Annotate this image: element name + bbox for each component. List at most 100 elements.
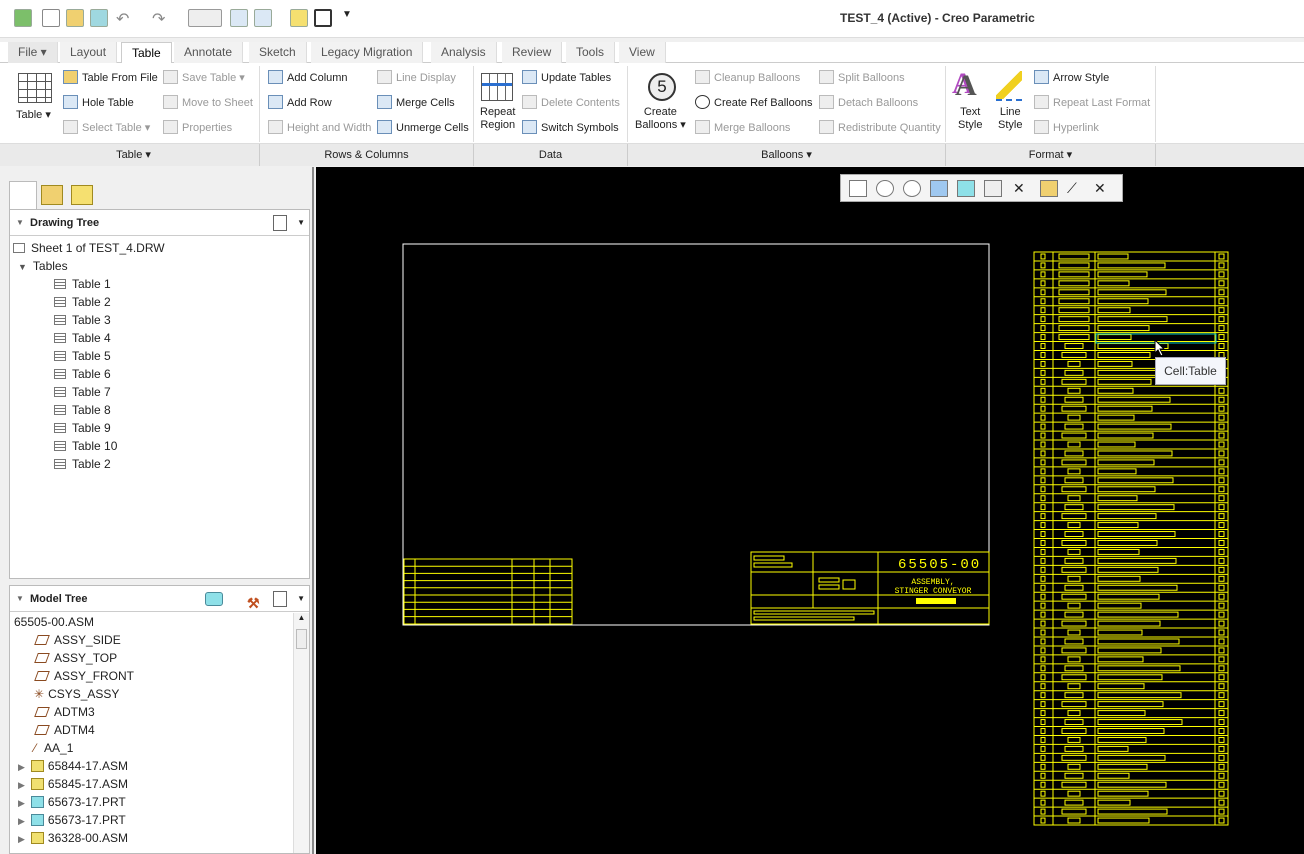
model-tree-item[interactable]: ASSY_TOP xyxy=(34,649,117,667)
tab-table[interactable]: Table xyxy=(121,42,172,64)
drawing-tree-header[interactable]: Drawing Tree ▼ xyxy=(10,210,309,236)
create-ref-balloons-button[interactable]: Create Ref Balloons xyxy=(695,94,812,112)
update-tables-button[interactable]: Update Tables xyxy=(522,69,611,87)
tree-table-item[interactable]: Table 8 xyxy=(54,401,111,419)
expand-icon[interactable]: ▶ xyxy=(18,834,25,844)
model-tree-item[interactable]: ▶ 36328-00.ASM xyxy=(18,829,128,847)
line-style-icon[interactable] xyxy=(996,71,1022,101)
tree-table-item[interactable]: Table 7 xyxy=(54,383,111,401)
zoom-in-icon[interactable] xyxy=(876,180,894,197)
tab-review[interactable]: Review xyxy=(502,42,563,63)
tree-table-item[interactable]: Table 9 xyxy=(54,419,111,437)
scrollbar-thumb[interactable] xyxy=(296,629,307,649)
app-icon[interactable] xyxy=(14,9,32,27)
expand-icon[interactable]: ▶ xyxy=(18,780,25,790)
model-tree-item[interactable]: ▶ 65845-17.ASM xyxy=(18,775,128,793)
model-tree-item[interactable]: ✳ CSYS_ASSY xyxy=(34,685,119,703)
model-tree-item[interactable]: ▶ 65673-17.PRT xyxy=(18,811,126,829)
model-tree-scrollbar[interactable]: ▲ xyxy=(293,613,309,853)
properties-button[interactable]: Properties xyxy=(163,119,232,137)
text-icon[interactable] xyxy=(314,9,332,27)
expand-icon[interactable]: ▶ xyxy=(18,798,25,808)
windows-icon[interactable] xyxy=(254,9,272,27)
drawing-canvas[interactable]: 65505-00 ASSEMBLY, STINGER CONVEYOR xyxy=(316,167,1304,854)
repaint-icon[interactable] xyxy=(930,180,948,197)
redistribute-quantity-button[interactable]: Redistribute Quantity xyxy=(819,119,941,137)
merge-cells-button[interactable]: Merge Cells xyxy=(377,94,455,112)
tab-view[interactable]: View xyxy=(619,42,666,63)
datum-point-display-icon[interactable]: ⟋ xyxy=(1067,180,1085,197)
repeat-region-button[interactable]: Repeat Region xyxy=(480,106,515,131)
tree-tables-folder[interactable]: ▼ Tables xyxy=(18,257,68,275)
model-tree-item[interactable]: ADTM4 xyxy=(34,721,95,739)
line-style-button[interactable]: Line Style xyxy=(998,106,1022,131)
tree-table-item[interactable]: Table 2 xyxy=(54,293,111,311)
move-to-sheet-button[interactable]: Move to Sheet xyxy=(163,94,253,112)
create-balloons-button[interactable]: Create Balloons ▾ xyxy=(635,106,686,131)
table-button[interactable]: Table ▾ xyxy=(16,106,51,124)
group-format[interactable]: Format ▾ xyxy=(946,144,1156,166)
group-table[interactable]: Table ▾ xyxy=(8,144,260,166)
tree-table-item[interactable]: Table 10 xyxy=(54,437,117,455)
tree-table-item[interactable]: Table 5 xyxy=(54,347,111,365)
height-and-width-button[interactable]: Height and Width xyxy=(268,119,371,137)
model-tree-item[interactable]: ASSY_FRONT xyxy=(34,667,134,685)
scroll-up-icon[interactable]: ▲ xyxy=(294,613,309,627)
open-icon[interactable] xyxy=(66,9,84,27)
add-row-button[interactable]: Add Row xyxy=(268,94,332,112)
datum-axis-display-icon[interactable]: ✕ xyxy=(1013,180,1031,197)
model-tree-item[interactable]: ADTM3 xyxy=(34,703,95,721)
unmerge-cells-button[interactable]: Unmerge Cells xyxy=(377,119,469,137)
csys-display-icon[interactable]: ✕ xyxy=(1094,180,1112,197)
select-table-button[interactable]: Select Table ▾ xyxy=(63,119,150,137)
detach-balloons-button[interactable]: Detach Balloons xyxy=(819,94,918,112)
tree-table-item[interactable]: Table 6 xyxy=(54,365,111,383)
tree-settings-icon[interactable] xyxy=(273,215,287,231)
tab-legacy-migration[interactable]: Legacy Migration xyxy=(311,42,424,63)
tree-root-assembly[interactable]: 65505-00.ASM xyxy=(14,613,94,631)
customize-icon[interactable]: ▼ xyxy=(342,9,360,27)
add-column-button[interactable]: Add Column xyxy=(268,69,348,87)
favorites-tab-icon[interactable] xyxy=(71,185,93,205)
group-balloons[interactable]: Balloons ▾ xyxy=(628,144,946,166)
model-tree-item[interactable]: ▶ 65673-17.PRT xyxy=(18,793,126,811)
drawing-tree-tab-icon[interactable] xyxy=(9,181,37,209)
text-style-button[interactable]: Text Style xyxy=(958,106,982,131)
chevron-down-icon[interactable]: ▼ xyxy=(297,586,305,612)
show-icon[interactable] xyxy=(205,592,223,606)
tree-table-item[interactable]: Table 2 xyxy=(54,455,111,473)
cleanup-balloons-button[interactable]: Cleanup Balloons xyxy=(695,69,800,87)
hyperlink-button[interactable]: Hyperlink xyxy=(1034,119,1099,137)
folder-icon[interactable] xyxy=(290,9,308,27)
select-box-icon[interactable] xyxy=(188,9,222,27)
refit-icon[interactable] xyxy=(849,180,867,197)
expand-icon[interactable]: ▶ xyxy=(18,816,25,826)
chevron-down-icon[interactable]: ▼ xyxy=(297,210,305,236)
hole-table-button[interactable]: Hole Table xyxy=(63,94,134,112)
arrow-style-button[interactable]: Arrow Style xyxy=(1034,69,1109,87)
table-from-file-button[interactable]: Table From File xyxy=(63,69,158,87)
tree-filters-icon[interactable] xyxy=(273,591,287,607)
tree-table-item[interactable]: Table 3 xyxy=(54,311,111,329)
datum-plane-display-icon[interactable] xyxy=(1040,180,1058,197)
new-icon[interactable] xyxy=(42,9,60,27)
folder-browser-tab-icon[interactable] xyxy=(41,185,63,205)
merge-balloons-button[interactable]: Merge Balloons xyxy=(695,119,790,137)
save-table-button[interactable]: Save Table ▾ xyxy=(163,69,245,87)
repeat-region-icon[interactable] xyxy=(481,73,513,101)
tab-analysis[interactable]: Analysis xyxy=(431,42,497,63)
switch-symbols-button[interactable]: Switch Symbols xyxy=(522,119,619,137)
redo-icon[interactable]: ↷ xyxy=(152,9,170,28)
undo-icon[interactable]: ↶ xyxy=(116,9,134,28)
tab-tools[interactable]: Tools xyxy=(566,42,616,63)
line-display-button[interactable]: Line Display xyxy=(377,69,456,87)
delete-contents-button[interactable]: Delete Contents xyxy=(522,94,620,112)
model-tree-item[interactable]: ASSY_SIDE xyxy=(34,631,121,649)
tab-annotate[interactable]: Annotate xyxy=(174,42,244,63)
tab-sketch[interactable]: Sketch xyxy=(249,42,307,63)
settings-tools-icon[interactable]: ⚒ xyxy=(247,590,265,611)
expand-icon[interactable]: ▶ xyxy=(18,762,25,772)
model-tree-header[interactable]: Model Tree ⚒ ▼ xyxy=(10,586,309,612)
tab-layout[interactable]: Layout xyxy=(60,42,118,63)
model-tree-item[interactable]: ⁄ AA_1 xyxy=(34,739,73,757)
